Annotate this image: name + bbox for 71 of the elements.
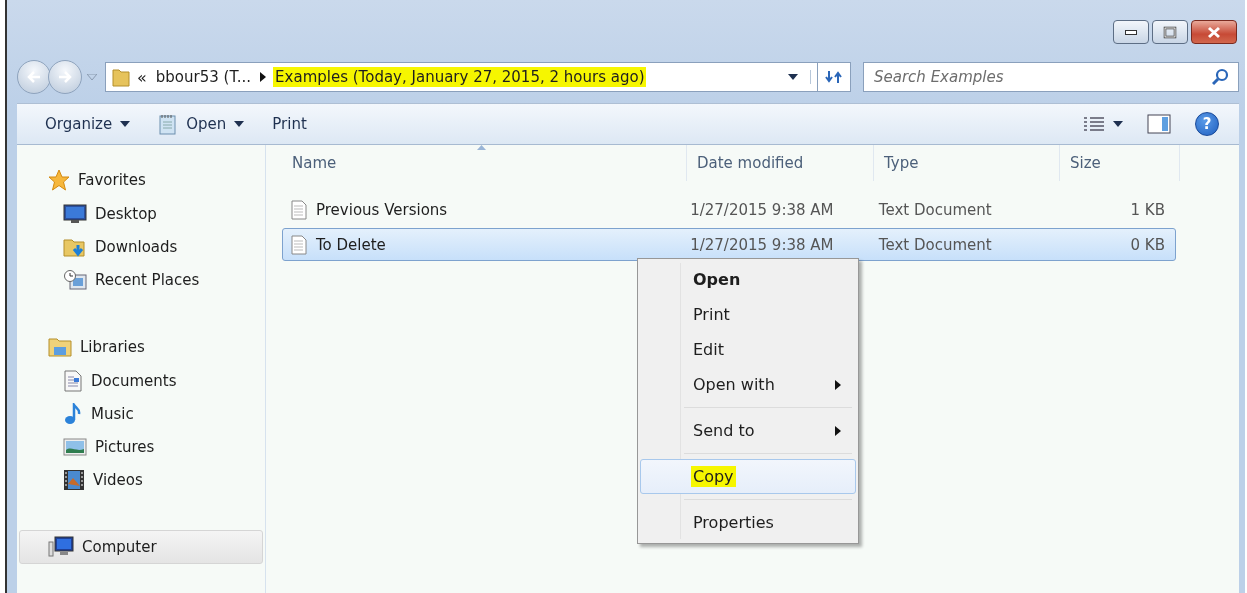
nav-item[interactable]: Computer [19,530,263,564]
table-cell: 1/27/2015 9:38 AM [690,200,834,219]
nav-item[interactable]: Downloads [19,230,265,263]
menu-item[interactable]: Edit [640,332,856,367]
menu-item[interactable]: Open [640,262,856,297]
list-view-icon [1083,116,1105,132]
pane-icon [1147,114,1171,134]
file-row[interactable]: Previous Versions 1/27/2015 9:38 AM Text Document 1 KB [282,193,1176,226]
nav-item[interactable]: Music [19,397,265,430]
overflow-chevron[interactable]: « [137,67,147,87]
clock-window-icon [63,268,87,291]
star-icon [48,169,70,191]
sort-arrow-icon [477,145,486,150]
library-folder-icon [48,336,72,358]
menu-item[interactable]: Open with [640,367,856,402]
nav-item[interactable]: Pictures [19,430,265,463]
caret-down-icon [87,74,97,80]
caret-down-icon [788,74,798,80]
search-icon [1212,68,1230,86]
minimize-button[interactable] [1113,20,1149,44]
toolbar-button[interactable]: Open [158,113,245,135]
toolbar-button[interactable]: Organize [45,115,131,133]
refresh-button[interactable] [817,62,851,92]
nav-item[interactable]: Favorites [19,163,265,197]
breadcrumb[interactable]: bbour53 (T... [153,67,254,87]
nav-item[interactable]: Recent Places [19,263,265,296]
column-header[interactable]: Type [874,145,1060,181]
column-header[interactable]: Date modified [687,145,874,181]
landscape-picture-icon [63,436,87,457]
menu-item[interactable]: Copy [640,459,856,494]
table-cell: 1/27/2015 9:38 AM [690,235,834,254]
arrow-right-icon [260,72,267,82]
text-file-icon [291,234,307,255]
nav-item[interactable]: Libraries [19,330,265,364]
table-cell: Text Document [878,235,992,254]
caret-down-icon [1113,121,1123,127]
menu-item[interactable]: Send to [640,413,856,448]
monitor-icon [63,203,87,224]
close-icon [1206,25,1222,39]
table-cell: Text Document [878,200,992,219]
table-cell: 1 KB [1130,200,1165,219]
table-cell: Previous Versions [316,200,448,219]
search-field[interactable]: Search Examples [863,62,1239,92]
table-cell: To Delete [316,235,386,254]
text-file-icon [291,199,307,220]
nav-item[interactable]: Videos [19,463,265,496]
film-strip-icon [63,468,85,491]
arrow-right-icon [58,71,72,83]
address-bar[interactable]: « bbour53 (T... Examples (Today, January 27, 2015, 2 hours ago) [105,62,818,92]
toolbar-button[interactable]: Print [272,115,307,133]
table-cell: 0 KB [1130,235,1165,254]
minimize-icon [1125,29,1137,35]
document-icon [63,369,83,392]
menu-item[interactable]: Print [640,297,856,332]
file-row[interactable]: To Delete 1/27/2015 9:38 AM Text Document 0 KB [282,228,1176,261]
preview-pane-button[interactable] [1147,114,1171,134]
maximize-button[interactable] [1152,20,1188,44]
notepad-icon [158,113,179,135]
close-button[interactable] [1191,20,1237,44]
maximize-icon [1162,25,1178,39]
nav-item[interactable]: Documents [19,364,265,397]
nav-item[interactable]: Desktop [19,197,265,230]
menu-item[interactable]: Properties [640,505,856,540]
music-note-icon [63,402,83,425]
folder-icon [112,67,130,87]
refresh-arrows-icon [825,69,843,85]
breadcrumb[interactable]: Examples (Today, January 27, 2015, 2 hours ago) [273,67,647,87]
view-options-button[interactable] [1083,116,1123,132]
computer-icon [48,536,74,558]
column-header[interactable]: Size [1060,145,1180,181]
arrow-left-icon [27,71,41,83]
